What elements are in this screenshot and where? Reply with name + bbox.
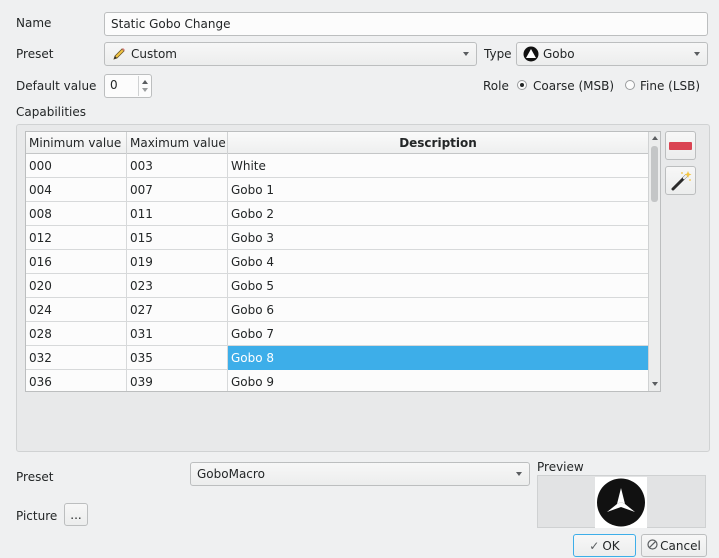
magic-wand-icon <box>670 170 692 195</box>
name-label: Name <box>16 16 52 30</box>
cell-maximum-value[interactable]: 039 <box>127 370 228 391</box>
cell-description[interactable]: Gobo 1 <box>228 178 649 202</box>
preview-label: Preview <box>537 460 584 474</box>
column-header-min[interactable]: Minimum value <box>26 132 127 154</box>
cell-minimum-value[interactable]: 032 <box>26 346 127 370</box>
cell-minimum-value[interactable]: 036 <box>26 370 127 391</box>
preview-area <box>537 475 706 528</box>
spin-down-icon[interactable] <box>142 88 148 92</box>
wizard-button[interactable] <box>665 166 696 195</box>
cell-maximum-value[interactable]: 015 <box>127 226 228 250</box>
role-fine-label[interactable]: Fine (LSB) <box>640 78 700 94</box>
column-header-description[interactable]: Description <box>228 132 649 154</box>
gobo-preview <box>595 477 647 528</box>
cell-description[interactable]: Gobo 2 <box>228 202 649 226</box>
cell-description[interactable]: Gobo 3 <box>228 226 649 250</box>
cancel-button[interactable]: Cancel <box>641 534 707 557</box>
table-row[interactable]: 036 039 Gobo 9 <box>26 370 649 391</box>
cell-maximum-value[interactable]: 027 <box>127 298 228 322</box>
cell-minimum-value[interactable]: 000 <box>26 154 127 178</box>
chevron-down-icon <box>463 52 469 56</box>
picture-browse-button[interactable]: ... <box>64 503 88 526</box>
role-label: Role <box>483 79 509 93</box>
preset-combo[interactable]: Custom <box>104 42 477 66</box>
table-row[interactable]: 004 007 Gobo 1 <box>26 178 649 202</box>
scrollbar-thumb[interactable] <box>651 146 658 202</box>
table-row[interactable]: 020 023 Gobo 5 <box>26 274 649 298</box>
cell-maximum-value[interactable]: 031 <box>127 322 228 346</box>
remove-icon <box>669 142 692 150</box>
cell-maximum-value[interactable]: 035 <box>127 346 228 370</box>
default-value-text: 0 <box>110 78 118 92</box>
spin-buttons[interactable] <box>138 76 150 96</box>
role-fine-radio[interactable] <box>625 80 635 90</box>
table-row[interactable]: 012 015 Gobo 3 <box>26 226 649 250</box>
table-scrollbar[interactable] <box>648 132 660 391</box>
cell-description[interactable]: Gobo 9 <box>228 370 649 391</box>
table-row[interactable]: 032 035 Gobo 8 <box>26 346 649 370</box>
ok-button[interactable]: ✓ OK <box>573 534 636 557</box>
capabilities-label: Capabilities <box>16 105 86 119</box>
capability-preset-label: Preset <box>16 470 54 484</box>
cell-maximum-value[interactable]: 011 <box>127 202 228 226</box>
ok-button-label: OK <box>602 538 620 553</box>
cell-minimum-value[interactable]: 004 <box>26 178 127 202</box>
cell-minimum-value[interactable]: 020 <box>26 274 127 298</box>
cell-maximum-value[interactable]: 007 <box>127 178 228 202</box>
type-label: Type <box>484 47 512 61</box>
chevron-down-icon <box>516 472 522 476</box>
column-header-max[interactable]: Maximum value <box>127 132 228 154</box>
cancel-icon <box>647 538 658 553</box>
cell-description[interactable]: Gobo 7 <box>228 322 649 346</box>
cell-description[interactable]: Gobo 5 <box>228 274 649 298</box>
type-combo[interactable]: Gobo <box>516 42 708 66</box>
type-combo-value: Gobo <box>543 47 575 61</box>
name-input[interactable]: Static Gobo Change <box>104 12 708 36</box>
table-row[interactable]: 016 019 Gobo 4 <box>26 250 649 274</box>
cell-description[interactable]: Gobo 4 <box>228 250 649 274</box>
default-value-label: Default value <box>16 79 97 93</box>
table-header: Minimum value Maximum value Description <box>26 132 649 154</box>
cell-maximum-value[interactable]: 019 <box>127 250 228 274</box>
table-row[interactable]: 024 027 Gobo 6 <box>26 298 649 322</box>
capability-preset-value: GoboMacro <box>197 467 265 481</box>
default-value-spinbox[interactable]: 0 <box>104 74 152 98</box>
cell-description[interactable]: Gobo 8 <box>228 346 649 370</box>
remove-capability-button[interactable] <box>665 131 696 160</box>
cell-minimum-value[interactable]: 028 <box>26 322 127 346</box>
cell-minimum-value[interactable]: 024 <box>26 298 127 322</box>
chevron-down-icon <box>694 52 700 56</box>
checkmark-icon: ✓ <box>589 538 600 553</box>
preset-combo-value: Custom <box>131 47 177 61</box>
scroll-up-icon[interactable] <box>652 136 658 140</box>
scroll-down-icon[interactable] <box>652 382 658 386</box>
role-coarse-radio[interactable] <box>517 80 527 90</box>
cell-minimum-value[interactable]: 008 <box>26 202 127 226</box>
role-coarse-label[interactable]: Coarse (MSB) <box>533 78 614 94</box>
capabilities-table[interactable]: Minimum value Maximum value Description … <box>25 131 661 392</box>
cell-description[interactable]: White <box>228 154 649 178</box>
capability-preset-combo[interactable]: GoboMacro <box>190 462 530 486</box>
table-row[interactable]: 028 031 Gobo 7 <box>26 322 649 346</box>
cancel-button-label: Cancel <box>660 538 701 553</box>
table-row[interactable]: 000 003 White <box>26 154 649 178</box>
preset-label: Preset <box>16 47 54 61</box>
cell-minimum-value[interactable]: 012 <box>26 226 127 250</box>
picture-label: Picture <box>16 509 58 523</box>
cell-minimum-value[interactable]: 016 <box>26 250 127 274</box>
cell-maximum-value[interactable]: 023 <box>127 274 228 298</box>
cell-maximum-value[interactable]: 003 <box>127 154 228 178</box>
table-row[interactable]: 008 011 Gobo 2 <box>26 202 649 226</box>
pencil-icon <box>111 46 127 62</box>
cell-description[interactable]: Gobo 6 <box>228 298 649 322</box>
gobo-icon <box>523 46 539 62</box>
spin-up-icon[interactable] <box>142 80 148 84</box>
